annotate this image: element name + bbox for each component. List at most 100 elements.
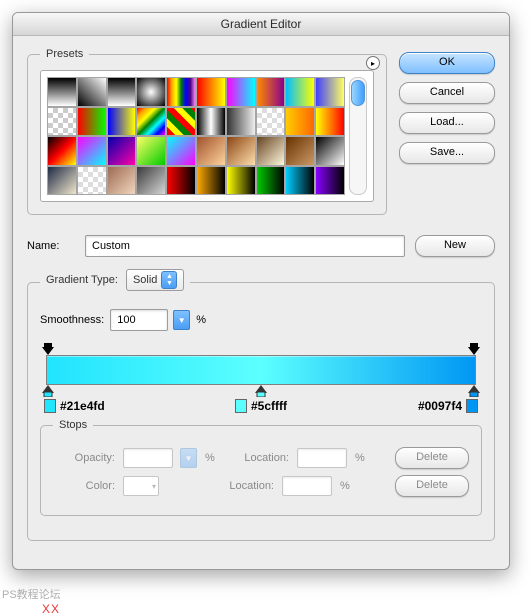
delete-color-stop-button[interactable]: Delete	[395, 475, 469, 497]
preset-swatch[interactable]	[285, 166, 315, 196]
dropdown-icon: ▼	[180, 448, 197, 468]
preset-swatch[interactable]	[226, 107, 256, 137]
preset-swatch[interactable]	[47, 166, 77, 196]
preset-swatch[interactable]	[196, 107, 226, 137]
preset-swatch[interactable]	[285, 136, 315, 166]
preset-swatch[interactable]	[47, 77, 77, 107]
preset-swatch[interactable]	[166, 166, 196, 196]
preset-swatch[interactable]	[166, 136, 196, 166]
titlebar: Gradient Editor	[13, 13, 509, 36]
preset-swatch[interactable]	[196, 166, 226, 196]
preset-swatch[interactable]	[47, 107, 77, 137]
color-well: ▾	[123, 476, 159, 496]
color-stop-left[interactable]	[42, 385, 54, 397]
preset-swatch[interactable]	[196, 136, 226, 166]
swatch-icon	[44, 399, 56, 413]
chevron-down-icon: ▾	[152, 482, 156, 491]
preset-swatch[interactable]	[315, 77, 345, 107]
presets-group: Presets ▸	[27, 48, 387, 215]
smoothness-row: Smoothness: ▼ %	[40, 309, 482, 331]
preset-swatch[interactable]	[136, 136, 166, 166]
gradient-type-value: Solid	[133, 274, 157, 286]
window-title: Gradient Editor	[221, 17, 302, 31]
color-label: Color:	[53, 480, 115, 492]
preset-swatch[interactable]	[107, 166, 137, 196]
new-button[interactable]: New	[415, 235, 495, 257]
name-row: Name: New	[27, 235, 495, 257]
preset-swatch[interactable]	[107, 107, 137, 137]
preset-swatch[interactable]	[77, 77, 107, 107]
name-label: Name:	[27, 240, 75, 252]
pct-label: %	[355, 452, 365, 464]
preset-swatch[interactable]	[256, 77, 286, 107]
preset-swatch[interactable]	[285, 77, 315, 107]
delete-opacity-stop-button[interactable]: Delete	[395, 447, 469, 469]
preset-swatch[interactable]	[47, 136, 77, 166]
name-input[interactable]	[85, 235, 405, 257]
smoothness-label: Smoothness:	[40, 314, 104, 326]
preset-swatch[interactable]	[226, 77, 256, 107]
preset-swatch[interactable]	[107, 136, 137, 166]
preset-swatch[interactable]	[256, 166, 286, 196]
hex-left: #21e4fd	[44, 399, 105, 413]
preset-swatch[interactable]	[166, 107, 196, 137]
window: Gradient Editor Presets ▸ OK Cancel Load…	[12, 12, 510, 570]
preset-swatch[interactable]	[77, 166, 107, 196]
preset-swatch[interactable]	[136, 166, 166, 196]
opacity-stop-right[interactable]	[468, 343, 480, 355]
color-stop-mid[interactable]	[255, 385, 267, 397]
footer-text: PS教程论坛	[2, 586, 529, 602]
presets-flyout-icon[interactable]: ▸	[366, 56, 380, 70]
opacity-location-input	[297, 448, 347, 468]
preset-swatch[interactable]	[285, 107, 315, 137]
opacity-stop-left[interactable]	[42, 343, 54, 355]
dropdown-icon[interactable]: ▼	[173, 310, 190, 330]
opacity-input	[123, 448, 173, 468]
preset-swatch[interactable]	[77, 107, 107, 137]
preset-swatch[interactable]	[136, 77, 166, 107]
gradient-editor: #21e4fd #5cffff #0097f4	[40, 341, 482, 413]
gradient-type-group: Gradient Type: Solid ▲▼ Smoothness: ▼ %	[27, 271, 495, 541]
preset-swatch[interactable]	[315, 166, 345, 196]
preset-swatch[interactable]	[196, 77, 226, 107]
pct-label: %	[340, 480, 350, 492]
opacity-stop-row: Opacity: ▼ % Location: % Delete	[53, 447, 469, 469]
presets-list	[40, 70, 374, 202]
preset-swatch[interactable]	[315, 107, 345, 137]
swatch-icon	[466, 399, 478, 413]
stops-group: Stops Opacity: ▼ % Location: % Delete Co…	[40, 419, 482, 516]
location-label: Location:	[233, 452, 289, 464]
dialog-buttons: OK Cancel Load... Save...	[399, 48, 495, 164]
scroll-thumb[interactable]	[351, 80, 365, 106]
color-location-input	[282, 476, 332, 496]
preset-swatch[interactable]	[166, 77, 196, 107]
swatch-icon	[235, 399, 247, 413]
load-button[interactable]: Load...	[399, 112, 495, 134]
stops-legend: Stops	[53, 419, 93, 431]
smoothness-input[interactable]	[110, 309, 168, 331]
pct-label: %	[205, 452, 215, 464]
opacity-label: Opacity:	[53, 452, 115, 464]
preset-swatch[interactable]	[226, 136, 256, 166]
location-label: Location:	[218, 480, 274, 492]
gradient-type-label: Gradient Type:	[46, 274, 118, 286]
save-button[interactable]: Save...	[399, 142, 495, 164]
preset-swatch[interactable]	[77, 136, 107, 166]
hex-right: #0097f4	[418, 399, 478, 413]
gradient-bar[interactable]	[46, 355, 476, 385]
preset-swatch[interactable]	[226, 166, 256, 196]
ok-button[interactable]: OK	[399, 52, 495, 74]
preset-swatch[interactable]	[256, 136, 286, 166]
footer: PS教程论坛 XX	[0, 582, 531, 616]
preset-swatch[interactable]	[256, 107, 286, 137]
smoothness-unit: %	[196, 314, 206, 326]
color-stop-right[interactable]	[468, 385, 480, 397]
preset-swatch[interactable]	[136, 107, 166, 137]
updown-icon: ▲▼	[161, 271, 177, 289]
cancel-button[interactable]: Cancel	[399, 82, 495, 104]
preset-swatch[interactable]	[315, 136, 345, 166]
presets-scrollbar[interactable]	[349, 77, 367, 195]
preset-swatch[interactable]	[107, 77, 137, 107]
gradient-type-legend: Gradient Type: Solid ▲▼	[40, 271, 190, 293]
gradient-type-select[interactable]: Solid ▲▼	[126, 269, 184, 291]
